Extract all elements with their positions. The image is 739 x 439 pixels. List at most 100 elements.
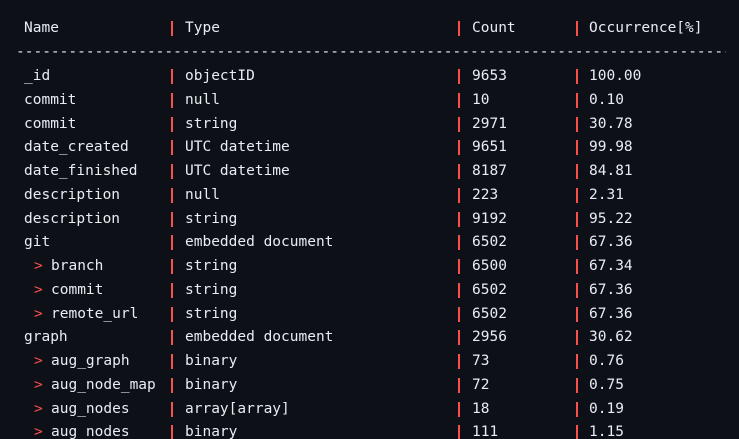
field-occurrence: 30.78 (589, 115, 633, 132)
field-type: binary (185, 353, 238, 369)
field-count: 6502 (472, 305, 507, 322)
table-row: date_created UTC datetime 9651 99.98 (0, 135, 739, 159)
field-name: aug_graph (51, 353, 130, 369)
column-separator (171, 164, 173, 179)
field-occurrence: 95.22 (589, 210, 633, 227)
column-separator (576, 401, 578, 417)
column-separator (171, 354, 173, 369)
header-occurrence: Occurrence[%] (589, 20, 703, 36)
column-separator (458, 354, 460, 369)
column-separator (576, 187, 578, 203)
table-row: date_finished UTC datetime 8187 84.81 (0, 159, 739, 183)
table-row: graph embedded document 2956 30.62 (0, 325, 739, 349)
field-occurrence: 67.34 (589, 258, 633, 274)
column-separator (458, 425, 460, 439)
column-separator (458, 401, 460, 417)
field-type: objectID (185, 68, 255, 84)
column-separator (171, 187, 173, 203)
table-row: commit null 10 0.10 (0, 88, 739, 112)
field-occurrence: 67.36 (589, 281, 633, 298)
field-occurrence: 0.75 (589, 376, 624, 393)
field-occurrence: 84.81 (589, 163, 633, 179)
column-separator (458, 140, 460, 156)
column-separator (576, 282, 578, 298)
column-separator (171, 330, 173, 346)
child-indicator-icon: > (34, 281, 43, 298)
terminal-output: Name Type Count Occurrence[%] ----------… (0, 0, 739, 439)
field-name: description (24, 210, 121, 227)
field-name: aug_nodes (51, 424, 130, 439)
column-separator (458, 306, 460, 322)
table-row: commit string 2971 30.78 (0, 112, 739, 136)
header-type: Type (185, 20, 220, 36)
header-divider: ----------------------------------------… (16, 44, 726, 60)
field-name: commit (24, 91, 77, 108)
column-separator (576, 211, 578, 227)
column-separator (576, 140, 578, 156)
column-separator (171, 69, 173, 84)
field-type: array[array] (185, 400, 290, 417)
field-occurrence: 0.76 (589, 353, 624, 369)
field-count: 8187 (472, 163, 507, 179)
field-type: string (185, 210, 238, 227)
child-indicator-icon: > (34, 376, 43, 393)
field-name: _id (24, 68, 51, 84)
field-count: 111 (472, 424, 499, 439)
field-type: binary (185, 424, 238, 439)
column-separator (458, 164, 460, 179)
column-separator (576, 164, 578, 179)
field-occurrence: 0.10 (589, 91, 624, 108)
field-name: git (24, 234, 51, 251)
field-name: description (24, 186, 121, 203)
header-name: Name (24, 20, 59, 36)
table-row: > remote_url string 6502 67.36 (0, 302, 739, 326)
column-separator (171, 140, 173, 156)
column-separator (171, 92, 173, 108)
field-name: aug_nodes (51, 400, 130, 417)
field-type: binary (185, 376, 238, 393)
field-occurrence: 30.62 (589, 329, 633, 346)
field-count: 9192 (472, 210, 507, 227)
column-separator (576, 330, 578, 346)
column-separator (458, 235, 460, 251)
column-separator (458, 21, 460, 36)
column-separator (171, 306, 173, 322)
child-indicator-icon: > (34, 305, 43, 322)
field-count: 9653 (472, 68, 507, 84)
field-type: string (185, 305, 238, 322)
field-type: embedded document (185, 234, 334, 251)
column-separator (458, 211, 460, 227)
field-count: 6502 (472, 281, 507, 298)
column-separator (458, 69, 460, 84)
field-count: 6502 (472, 234, 507, 251)
field-type: string (185, 115, 238, 132)
field-occurrence: 99.98 (589, 139, 633, 156)
field-name: aug_node_map (51, 376, 156, 393)
field-occurrence: 67.36 (589, 305, 633, 322)
column-separator (458, 377, 460, 393)
field-occurrence: 2.31 (589, 186, 624, 203)
field-name: branch (51, 258, 104, 274)
field-name: commit (24, 115, 77, 132)
child-indicator-icon: > (34, 258, 43, 274)
table-row: git embedded document 6502 67.36 (0, 230, 739, 254)
field-count: 2971 (472, 115, 507, 132)
table-row: _id objectID 9653 100.00 (0, 64, 739, 88)
column-separator (171, 425, 173, 439)
column-separator (171, 401, 173, 417)
field-count: 9651 (472, 139, 507, 156)
field-count: 18 (472, 400, 490, 417)
column-separator (171, 116, 173, 132)
field-occurrence: 100.00 (589, 68, 642, 84)
column-separator (458, 282, 460, 298)
field-type: string (185, 281, 238, 298)
child-indicator-icon: > (34, 400, 43, 417)
column-separator (576, 92, 578, 108)
column-separator (576, 69, 578, 84)
field-name: date_finished (24, 163, 138, 179)
field-count: 223 (472, 186, 499, 203)
field-occurrence: 67.36 (589, 234, 633, 251)
column-separator (576, 235, 578, 251)
column-separator (171, 211, 173, 227)
column-separator (171, 235, 173, 251)
